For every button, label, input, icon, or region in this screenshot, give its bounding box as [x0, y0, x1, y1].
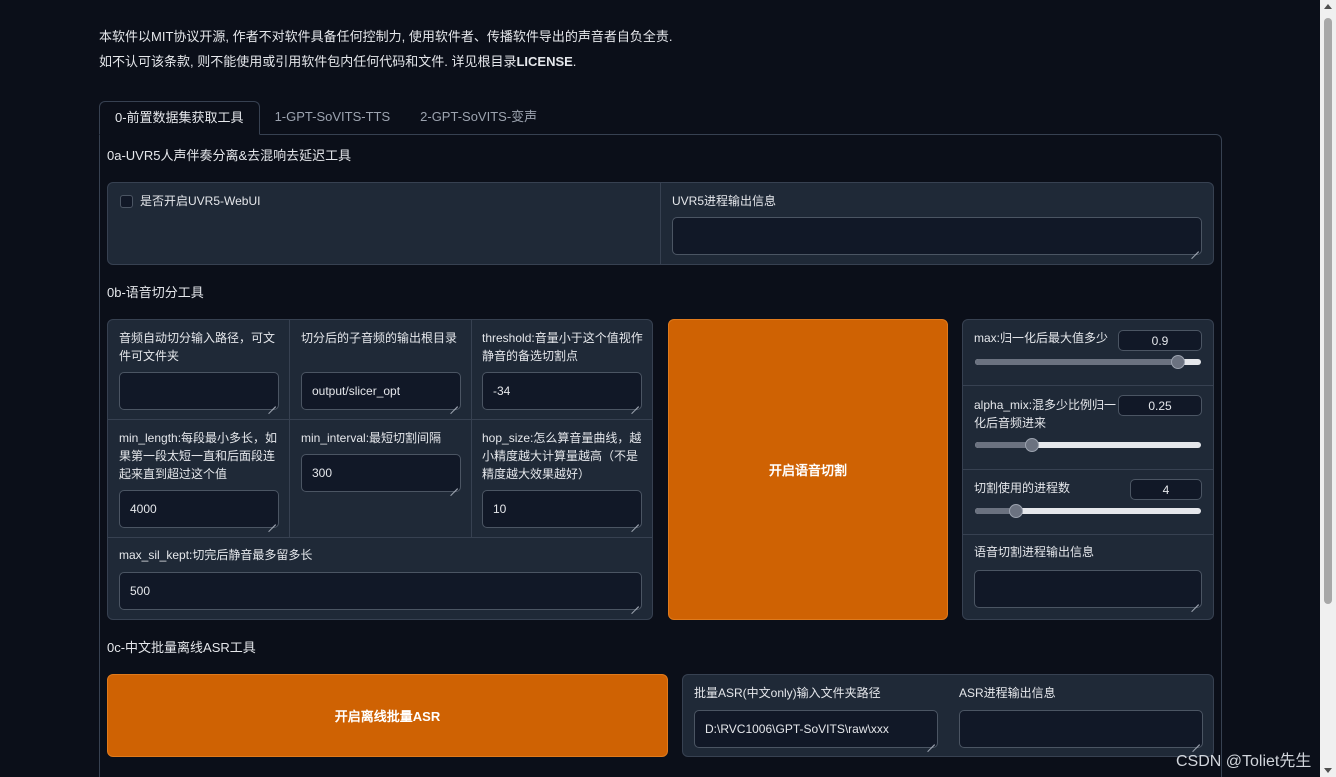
slicer-output-info-textarea[interactable] — [974, 570, 1202, 608]
notice-line-1: 本软件以MIT协议开源, 作者不对软件具备任何控制力, 使用软件者、传播软件导出… — [99, 29, 673, 44]
scroll-up-arrow-icon[interactable] — [1324, 4, 1332, 9]
max-number-input[interactable]: 0.9 — [1118, 330, 1202, 351]
page-scrollbar[interactable] — [1320, 0, 1336, 777]
notice-line-2-text: 如不认可该条款, 则不能使用或引用软件包内任何代码和文件. 详见根目录 — [99, 54, 517, 69]
alpha-mix-number-input[interactable]: 0.25 — [1118, 395, 1202, 416]
uvr5-section-title: 0a-UVR5人声伴奏分离&去混响去延迟工具 — [107, 148, 352, 163]
uvr5-webui-checkbox-label[interactable]: 是否开启UVR5-WebUI — [140, 192, 260, 210]
resize-grip-icon[interactable] — [450, 399, 458, 407]
tab-voice-change[interactable]: 2-GPT-SoVITS-变声 — [405, 101, 552, 135]
slicer-divider-h2 — [108, 537, 652, 538]
uvr5-divider — [660, 183, 661, 264]
notice-line-2: 如不认可该条款, 则不能使用或引用软件包内任何代码和文件. 详见根目录LICEN… — [99, 49, 672, 74]
max-sil-kept-value: 500 — [130, 584, 151, 598]
hop-size-textarea[interactable]: 10 — [482, 490, 642, 528]
min-interval-value: 300 — [312, 466, 333, 480]
asr-section-title: 0c-中文批量离线ASR工具 — [107, 640, 256, 655]
alpha-mix-slider-fill — [975, 442, 1032, 448]
resize-grip-icon[interactable] — [268, 399, 276, 407]
resize-grip-icon[interactable] — [631, 599, 639, 607]
slicer-settings-block: max:归一化后最大值多少 0.9 alpha_mix:混多少比例归一化后音频进… — [962, 319, 1214, 620]
hop-size-value: 10 — [493, 502, 507, 516]
watermark: CSDN @Toliet先生 — [1176, 753, 1312, 770]
n-process-number-input[interactable]: 4 — [1130, 479, 1202, 500]
min-interval-textarea[interactable]: 300 — [301, 454, 461, 492]
asr-input-dir-label: 批量ASR(中文only)输入文件夹路径 — [694, 686, 881, 700]
max-label: max:归一化后最大值多少 — [974, 331, 1109, 345]
slicer-section-title: 0b-语音切分工具 — [107, 285, 204, 300]
resize-grip-icon[interactable] — [1192, 737, 1200, 745]
hop-size-label: hop_size:怎么算音量曲线，越小精度越大计算量越高（不是精度越大效果越好） — [482, 431, 642, 481]
uvr5-webui-checkbox[interactable] — [120, 195, 133, 208]
slicer-divider-v1 — [289, 320, 290, 538]
slicer-output-info-label: 语音切割进程输出信息 — [974, 545, 1095, 559]
start-slicing-button[interactable]: 开启语音切割 — [668, 319, 948, 620]
asr-input-dir-textarea[interactable]: D:\RVC1006\GPT-SoVITS\raw\xxx — [694, 710, 938, 748]
output-root-textarea[interactable]: output/slicer_opt — [301, 372, 461, 410]
threshold-textarea[interactable]: -34 — [482, 372, 642, 410]
resize-grip-icon[interactable] — [631, 399, 639, 407]
uvr5-output-textarea[interactable] — [672, 217, 1202, 255]
slicer-divider-v2 — [471, 320, 472, 538]
alpha-mix-label: alpha_mix:混多少比例归一化后音频进来 — [974, 398, 1117, 430]
max-slider-fill — [975, 359, 1179, 365]
max-sil-kept-label: max_sil_kept:切完后静音最多留多长 — [119, 548, 313, 562]
resize-grip-icon[interactable] — [631, 517, 639, 525]
notice-line-2-suffix: . — [572, 54, 577, 69]
tab-dataset-tools[interactable]: 0-前置数据集获取工具 — [99, 101, 260, 135]
min-length-textarea[interactable]: 4000 — [119, 490, 279, 528]
threshold-value: -34 — [493, 384, 511, 398]
slicer-params-block: 音频自动切分输入路径，可文件可文件夹 切分后的子音频的输出根目录 output/… — [107, 319, 653, 620]
scroll-down-arrow-icon[interactable] — [1324, 768, 1332, 773]
min-length-label: min_length:每段最小多长，如果第一段太短一直和后面段连起来直到超过这个… — [119, 431, 278, 481]
scrollbar-thumb[interactable] — [1324, 18, 1332, 604]
min-interval-label: min_interval:最短切割间隔 — [301, 431, 442, 445]
input-path-label: 音频自动切分输入路径，可文件可文件夹 — [119, 331, 276, 363]
tab-tts[interactable]: 1-GPT-SoVITS-TTS — [260, 101, 406, 135]
n-process-slider[interactable] — [975, 504, 1201, 518]
max-sil-kept-textarea[interactable]: 500 — [119, 572, 642, 610]
max-slider-thumb[interactable] — [1171, 355, 1186, 369]
min-length-value: 4000 — [130, 502, 157, 516]
resize-grip-icon[interactable] — [1191, 597, 1199, 605]
uvr5-block: 是否开启UVR5-WebUI UVR5进程输出信息 — [107, 182, 1214, 265]
settings-divider-3 — [963, 534, 1213, 535]
settings-divider-2 — [963, 469, 1213, 470]
settings-divider-1 — [963, 385, 1213, 386]
alpha-mix-slider[interactable] — [975, 438, 1201, 452]
resize-grip-icon[interactable] — [1191, 244, 1199, 252]
output-root-value: output/slicer_opt — [312, 384, 401, 398]
output-root-label: 切分后的子音频的输出根目录 — [301, 331, 458, 345]
asr-block: 批量ASR(中文only)输入文件夹路径 D:\RVC1006\GPT-SoVI… — [682, 674, 1214, 757]
asr-output-info-textarea[interactable] — [959, 710, 1203, 748]
license-notice: 本软件以MIT协议开源, 作者不对软件具备任何控制力, 使用软件者、传播软件导出… — [99, 24, 672, 74]
asr-input-dir-value: D:\RVC1006\GPT-SoVITS\raw\xxx — [705, 722, 889, 736]
resize-grip-icon[interactable] — [268, 517, 276, 525]
uvr5-output-label: UVR5进程输出信息 — [672, 194, 777, 208]
slicer-divider-h1 — [108, 419, 652, 420]
max-slider[interactable] — [975, 355, 1201, 369]
start-asr-button[interactable]: 开启离线批量ASR — [107, 674, 668, 757]
asr-output-info-label: ASR进程输出信息 — [959, 686, 1056, 700]
threshold-label: threshold:音量小于这个值视作静音的备选切割点 — [482, 331, 643, 363]
tab-bar: 0-前置数据集获取工具 1-GPT-SoVITS-TTS 2-GPT-SoVIT… — [99, 101, 552, 135]
alpha-mix-slider-thumb[interactable] — [1024, 438, 1039, 452]
resize-grip-icon[interactable] — [927, 737, 935, 745]
input-path-textarea[interactable] — [119, 372, 279, 410]
notice-license-bold: LICENSE — [516, 54, 573, 69]
resize-grip-icon[interactable] — [450, 481, 458, 489]
n-process-slider-thumb[interactable] — [1008, 504, 1023, 518]
n-process-label: 切割使用的进程数 — [974, 481, 1071, 495]
